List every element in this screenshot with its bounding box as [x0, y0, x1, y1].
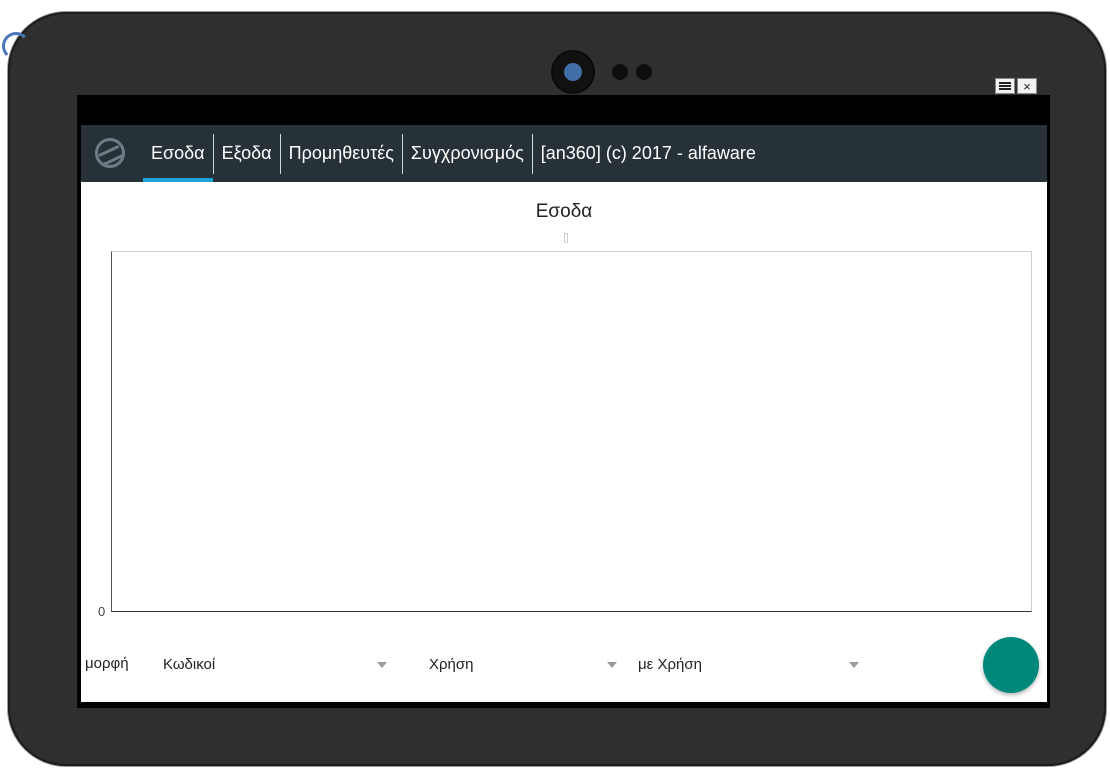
format-select-value: Κωδικοί — [163, 655, 216, 673]
tab-expenses[interactable]: Εξοδα — [214, 125, 280, 182]
device-screen: Εσοδα Εξοδα Προμηθευτές Συγχρονισμός [an… — [77, 95, 1050, 708]
usage-select-value: Χρήση — [429, 655, 474, 673]
sensor-dot-icon — [612, 64, 628, 80]
hamburger-icon — [999, 82, 1011, 90]
floating-action-button[interactable] — [983, 637, 1039, 693]
tab-expenses-label: Εξοδα — [221, 143, 272, 163]
window-close-button[interactable]: × — [1017, 78, 1037, 94]
by-usage-select[interactable]: με Χρήση — [638, 647, 860, 681]
tab-about[interactable]: [an360] (c) 2017 - alfaware — [533, 125, 764, 182]
format-label: μορφή — [85, 655, 129, 672]
tab-suppliers[interactable]: Προμηθευτές — [281, 125, 402, 182]
app-logo-icon — [95, 138, 125, 168]
by-usage-select-value: με Χρήση — [638, 655, 702, 673]
chart-plot-area — [111, 251, 1032, 612]
tab-income[interactable]: Εσοδα — [143, 125, 213, 182]
tab-sync-label: Συγχρονισμός — [410, 143, 524, 163]
tab-income-label: Εσοδα — [151, 143, 205, 163]
chart-title: Εσοδα — [535, 201, 593, 222]
tab-bar: Εσοδα Εξοδα Προμηθευτές Συγχρονισμός [an… — [143, 125, 764, 182]
close-icon: × — [1023, 78, 1031, 94]
chevron-down-icon — [377, 662, 387, 668]
chevron-down-icon — [849, 662, 859, 668]
tab-suppliers-label: Προμηθευτές — [288, 143, 394, 163]
app-swirl-icon — [2, 32, 30, 60]
filter-bar: μορφή Κωδικοί Χρήση με Χρήση — [81, 647, 1047, 681]
tab-about-label: [an360] (c) 2017 - alfaware — [540, 143, 756, 163]
camera-icon — [553, 52, 593, 92]
sensor-dot-icon — [636, 64, 652, 80]
legend-marker — [564, 233, 568, 243]
app-content: Εσοδα Εξοδα Προμηθευτές Συγχρονισμός [an… — [81, 125, 1047, 702]
y-axis-tick-label: 0 — [98, 604, 106, 619]
top-navbar: Εσοδα Εξοδα Προμηθευτές Συγχρονισμός [an… — [81, 125, 1047, 182]
chevron-down-icon — [607, 662, 617, 668]
tab-sync[interactable]: Συγχρονισμός — [403, 125, 532, 182]
format-select[interactable]: Κωδικοί — [163, 647, 391, 681]
window-menu-button[interactable] — [995, 78, 1015, 94]
usage-select[interactable]: Χρήση — [429, 647, 627, 681]
window-controls: × — [995, 78, 1045, 96]
